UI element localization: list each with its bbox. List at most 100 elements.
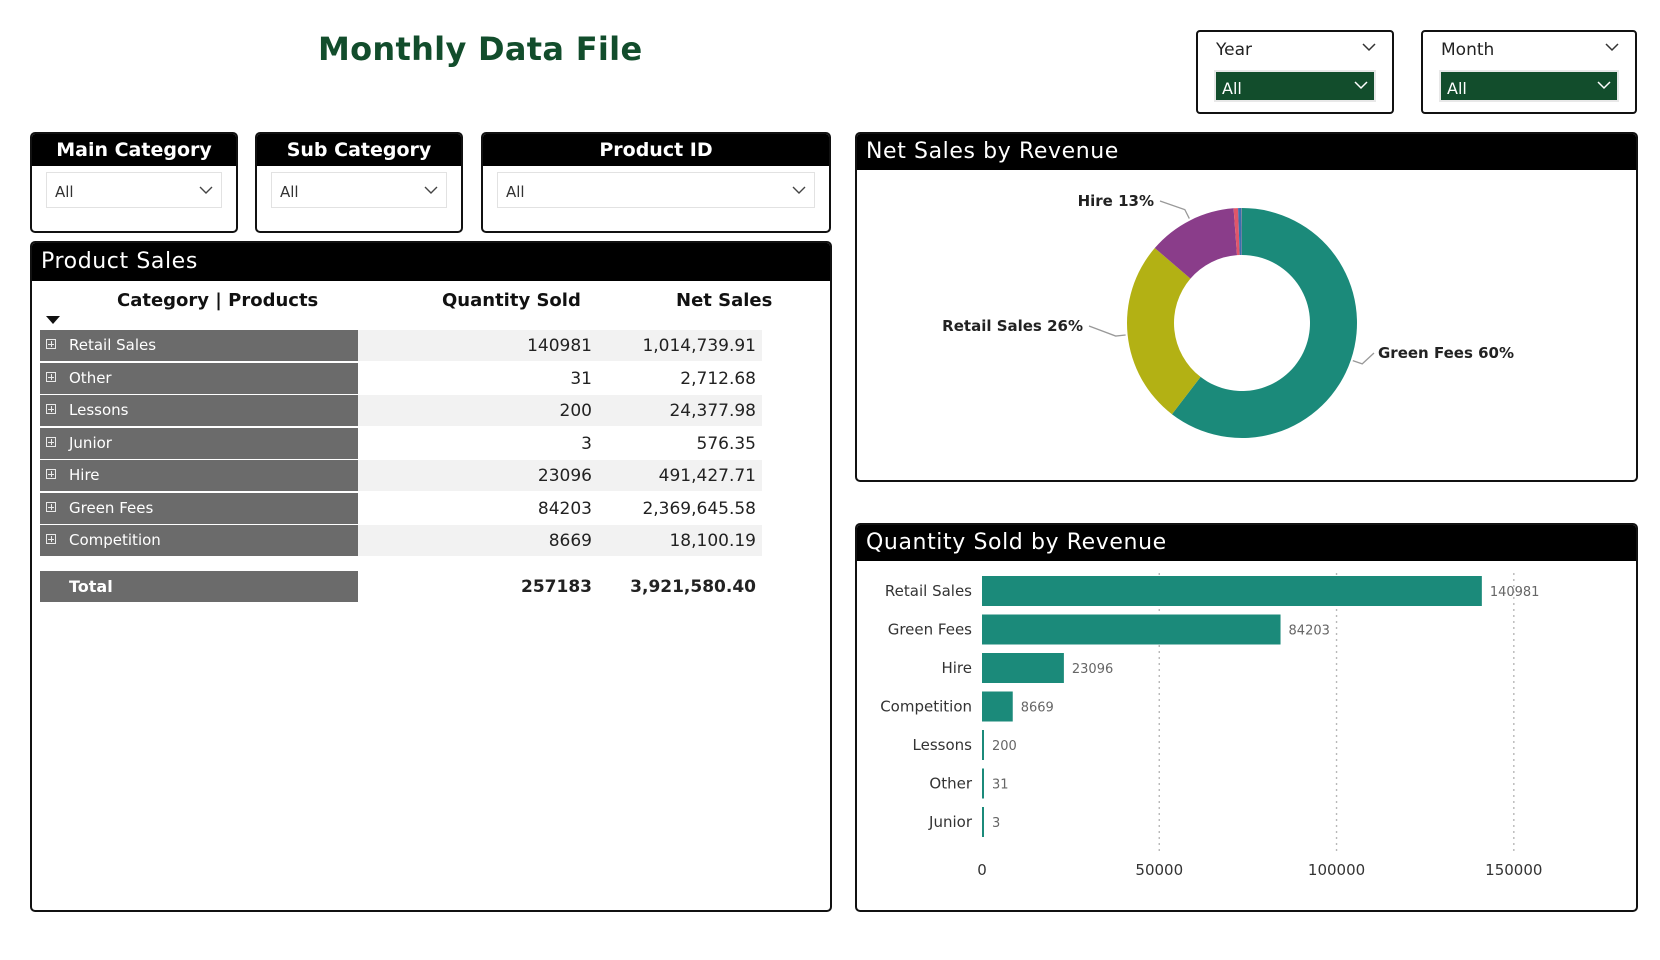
net-sales-panel: Net Sales by Revenue Green Fees 60% Retai… xyxy=(855,132,1638,482)
chevron-down-icon xyxy=(199,186,213,194)
table-row-category[interactable]: Hire xyxy=(40,460,358,491)
x-tick-label: 100000 xyxy=(1308,861,1365,879)
main-category-dropdown[interactable]: All xyxy=(46,172,222,208)
table-row-category[interactable]: Lessons xyxy=(40,395,358,426)
category-name: Junior xyxy=(69,433,112,452)
bar-competition[interactable] xyxy=(982,691,1013,722)
table-row: 84203 2,369,645.58 xyxy=(358,493,762,524)
chevron-down-icon[interactable] xyxy=(1362,40,1376,54)
category-name: Competition xyxy=(69,531,161,549)
net-sales-cell: 24,377.98 xyxy=(669,401,756,421)
bar-data-label: 3 xyxy=(992,816,1000,831)
product-id-label: Product ID xyxy=(483,134,829,166)
quantity-cell: 3 xyxy=(581,433,592,454)
total-label: Total xyxy=(69,577,113,596)
sort-desc-icon[interactable] xyxy=(46,315,60,325)
net-sales-cell: 2,712.68 xyxy=(680,368,756,389)
sub-category-label: Sub Category xyxy=(257,134,461,166)
product-sales-panel: Product Sales Category | Products Quanti… xyxy=(30,241,832,912)
column-header-net-sales[interactable]: Net Sales xyxy=(676,290,772,311)
bar-data-label: 23096 xyxy=(1072,662,1113,677)
y-category-label: Junior xyxy=(928,813,973,831)
bar-hire[interactable] xyxy=(982,653,1064,683)
x-tick-label: 0 xyxy=(977,861,987,879)
month-dropdown[interactable]: All xyxy=(1439,70,1619,102)
x-tick-label: 50000 xyxy=(1135,861,1183,879)
expand-icon[interactable] xyxy=(46,371,56,382)
quantity-cell: 140981 xyxy=(527,336,592,356)
bar-retail-sales[interactable] xyxy=(982,576,1482,606)
quantity-cell: 31 xyxy=(570,368,592,389)
net-sales-title: Net Sales by Revenue xyxy=(857,134,1636,170)
table-row: 3 576.35 xyxy=(358,428,762,459)
year-dropdown[interactable]: All xyxy=(1214,70,1376,102)
expand-icon[interactable] xyxy=(46,436,56,447)
donut-data-label: Retail Sales 26% xyxy=(942,317,1083,335)
page-title: Monthly Data File xyxy=(318,30,643,68)
sub-category-slicer[interactable]: Sub Category All xyxy=(255,132,463,233)
net-sales-cell: 18,100.19 xyxy=(669,531,756,551)
x-tick-label: 150000 xyxy=(1485,861,1542,879)
product-id-slicer[interactable]: Product ID All xyxy=(481,132,831,233)
net-sales-cell: 576.35 xyxy=(696,433,756,454)
table-row-category[interactable]: Green Fees xyxy=(40,492,358,524)
net-sales-cell: 491,427.71 xyxy=(658,466,756,486)
table-row-category[interactable]: Retail Sales xyxy=(40,330,358,361)
month-slicer[interactable]: Month All xyxy=(1421,30,1637,114)
donut-data-label: Hire 13% xyxy=(1078,192,1154,210)
bar-green-fees[interactable] xyxy=(982,614,1281,645)
expand-icon[interactable] xyxy=(46,339,56,349)
total-values: 257183 3,921,580.40 xyxy=(358,571,762,602)
quantity-cell: 23096 xyxy=(537,466,592,486)
table-row-category[interactable]: Junior xyxy=(40,427,358,459)
table-row: 140981 1,014,739.91 xyxy=(358,330,762,361)
main-category-slicer[interactable]: Main Category All xyxy=(30,132,238,233)
donut-chart[interactable]: Green Fees 60% Retail Sales 26% Hire 13% xyxy=(857,170,1636,480)
month-slicer-label: Month xyxy=(1441,40,1495,60)
bar-data-label: 140981 xyxy=(1490,585,1540,600)
category-name: Retail Sales xyxy=(69,336,157,354)
table-row-category[interactable]: Other xyxy=(40,362,358,394)
column-header-quantity[interactable]: Quantity Sold xyxy=(442,290,581,311)
bar-other[interactable] xyxy=(982,768,984,799)
category-name: Other xyxy=(69,368,112,387)
sub-category-dropdown[interactable]: All xyxy=(271,172,447,208)
bar-data-label: 84203 xyxy=(1289,624,1330,639)
table-row-category[interactable]: Competition xyxy=(40,525,358,556)
bar-junior[interactable] xyxy=(982,807,984,837)
chevron-down-icon xyxy=(1597,81,1611,90)
bar-lessons[interactable] xyxy=(982,730,984,760)
year-slicer[interactable]: Year All xyxy=(1196,30,1394,114)
total-row: Total xyxy=(40,571,358,602)
year-dropdown-value: All xyxy=(1222,79,1242,98)
y-category-label: Green Fees xyxy=(888,621,972,639)
quantity-cell: 200 xyxy=(559,401,592,421)
chevron-down-icon[interactable] xyxy=(1605,40,1619,54)
y-category-label: Lessons xyxy=(913,736,973,754)
bar-data-label: 200 xyxy=(992,739,1017,754)
y-category-label: Retail Sales xyxy=(885,582,972,600)
expand-icon[interactable] xyxy=(46,534,56,544)
expand-icon[interactable] xyxy=(46,501,56,512)
net-sales-cell: 1,014,739.91 xyxy=(642,336,756,356)
total-net-sales: 3,921,580.40 xyxy=(630,577,756,597)
expand-icon[interactable] xyxy=(46,469,56,479)
column-header-category[interactable]: Category | Products xyxy=(117,290,367,311)
category-name: Hire xyxy=(69,466,100,484)
table-row: 23096 491,427.71 xyxy=(358,460,762,491)
table-row: 8669 18,100.19 xyxy=(358,525,762,556)
bar-data-label: 31 xyxy=(992,778,1009,793)
donut-leader-line xyxy=(1088,325,1126,337)
quantity-sold-title: Quantity Sold by Revenue xyxy=(857,525,1636,561)
y-category-label: Competition xyxy=(880,698,972,716)
bar-chart[interactable]: 0 50000 100000 150000 Retail Sales 140981 Gree… xyxy=(857,561,1636,910)
table-row: 31 2,712.68 xyxy=(358,363,762,394)
expand-icon[interactable] xyxy=(46,404,56,414)
quantity-cell: 8669 xyxy=(548,531,592,551)
y-category-label: Other xyxy=(929,775,972,793)
month-dropdown-value: All xyxy=(1447,79,1467,98)
product-id-value: All xyxy=(506,183,525,201)
bar-data-label: 8669 xyxy=(1021,701,1054,716)
total-quantity: 257183 xyxy=(521,577,592,597)
product-id-dropdown[interactable]: All xyxy=(497,172,815,208)
